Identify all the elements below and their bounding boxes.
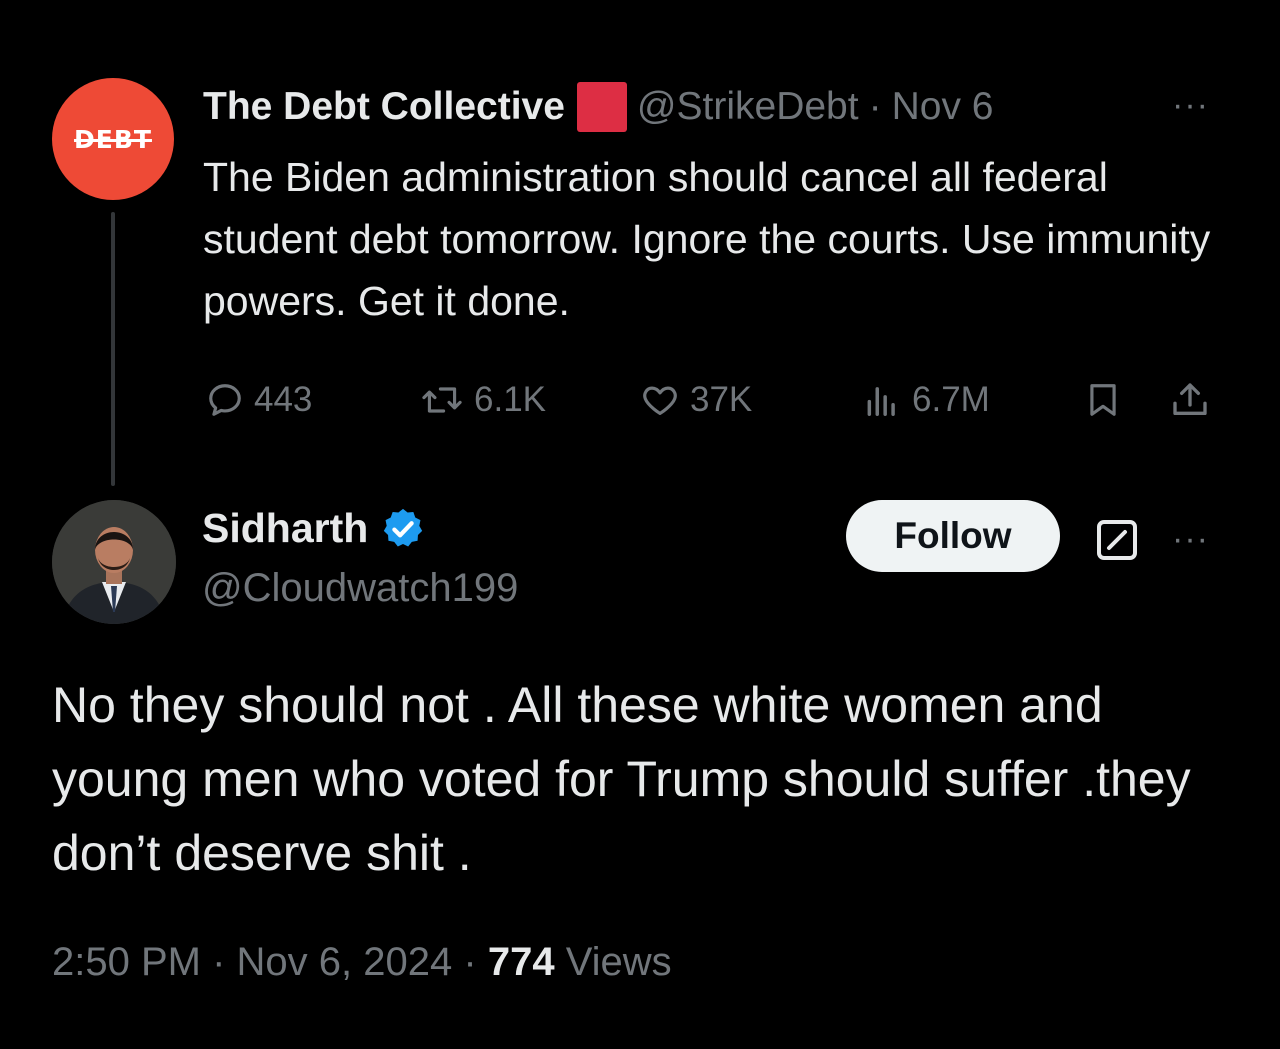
debt-logo-text: DEBT: [74, 124, 152, 154]
thread-connector-line: [111, 212, 115, 486]
parent-author-name[interactable]: The Debt Collective: [203, 85, 565, 129]
reply-tweet-text: No they should not . All these white wom…: [52, 677, 1191, 881]
bookmark-action[interactable]: [1084, 372, 1122, 428]
reply-author-name[interactable]: Sidharth: [202, 505, 368, 552]
reply-date[interactable]: Nov 6, 2024: [237, 940, 453, 984]
like-icon: [643, 386, 677, 416]
share-action[interactable]: [1170, 372, 1210, 428]
sidharth-avatar[interactable]: [52, 500, 176, 624]
reply-action[interactable]: 443: [206, 372, 312, 428]
reply-views-label: Views: [565, 940, 672, 984]
verified-badge-icon[interactable]: [380, 506, 426, 552]
reply-author-handle[interactable]: @Cloudwatch199: [202, 566, 518, 611]
timestamp-separator-2: ·: [463, 940, 477, 984]
reply-time[interactable]: 2:50 PM: [52, 940, 201, 984]
parent-author-handle[interactable]: @StrikeDebt: [637, 85, 859, 129]
header-separator: ·: [868, 85, 882, 128]
reply-timestamp-row: 2:50 PM · Nov 6, 2024 · 774 Views: [52, 940, 672, 985]
reply-more-options-icon[interactable]: ···: [1172, 522, 1209, 556]
repost-icon: [422, 387, 462, 413]
reply-views-count: 774: [487, 940, 555, 984]
profile-photo-icon: [52, 500, 176, 624]
red-square-emoji-icon: [576, 82, 627, 132]
parent-tweet-text: The Biden administration should cancel a…: [203, 154, 1211, 324]
parent-more-options-icon[interactable]: ···: [1172, 88, 1209, 122]
repost-action[interactable]: 6.1K: [420, 372, 546, 428]
views-action[interactable]: 6.7M: [862, 372, 990, 428]
parent-tweet-header: The Debt Collective @StrikeDebt · Nov 6: [203, 82, 993, 132]
parent-tweet-date[interactable]: Nov 6: [892, 85, 994, 129]
reply-author-row: Sidharth: [202, 505, 426, 552]
like-count: 37K: [690, 380, 753, 419]
timestamp-separator: ·: [212, 940, 226, 984]
share-icon: [1173, 383, 1207, 415]
reply-count: 443: [254, 380, 313, 419]
debt-collective-avatar[interactable]: DEBT: [52, 78, 174, 200]
views-count: 6.7M: [912, 380, 990, 419]
parent-tweet-actions: 443 6.1K 37K 6.7M: [200, 372, 1230, 428]
grok-icon[interactable]: [1093, 516, 1141, 564]
repost-count: 6.1K: [474, 380, 546, 419]
like-action[interactable]: 37K: [640, 372, 752, 428]
follow-button[interactable]: Follow: [846, 500, 1060, 572]
views-icon: [867, 387, 895, 416]
reply-icon: [209, 384, 241, 416]
bookmark-icon: [1090, 384, 1116, 416]
